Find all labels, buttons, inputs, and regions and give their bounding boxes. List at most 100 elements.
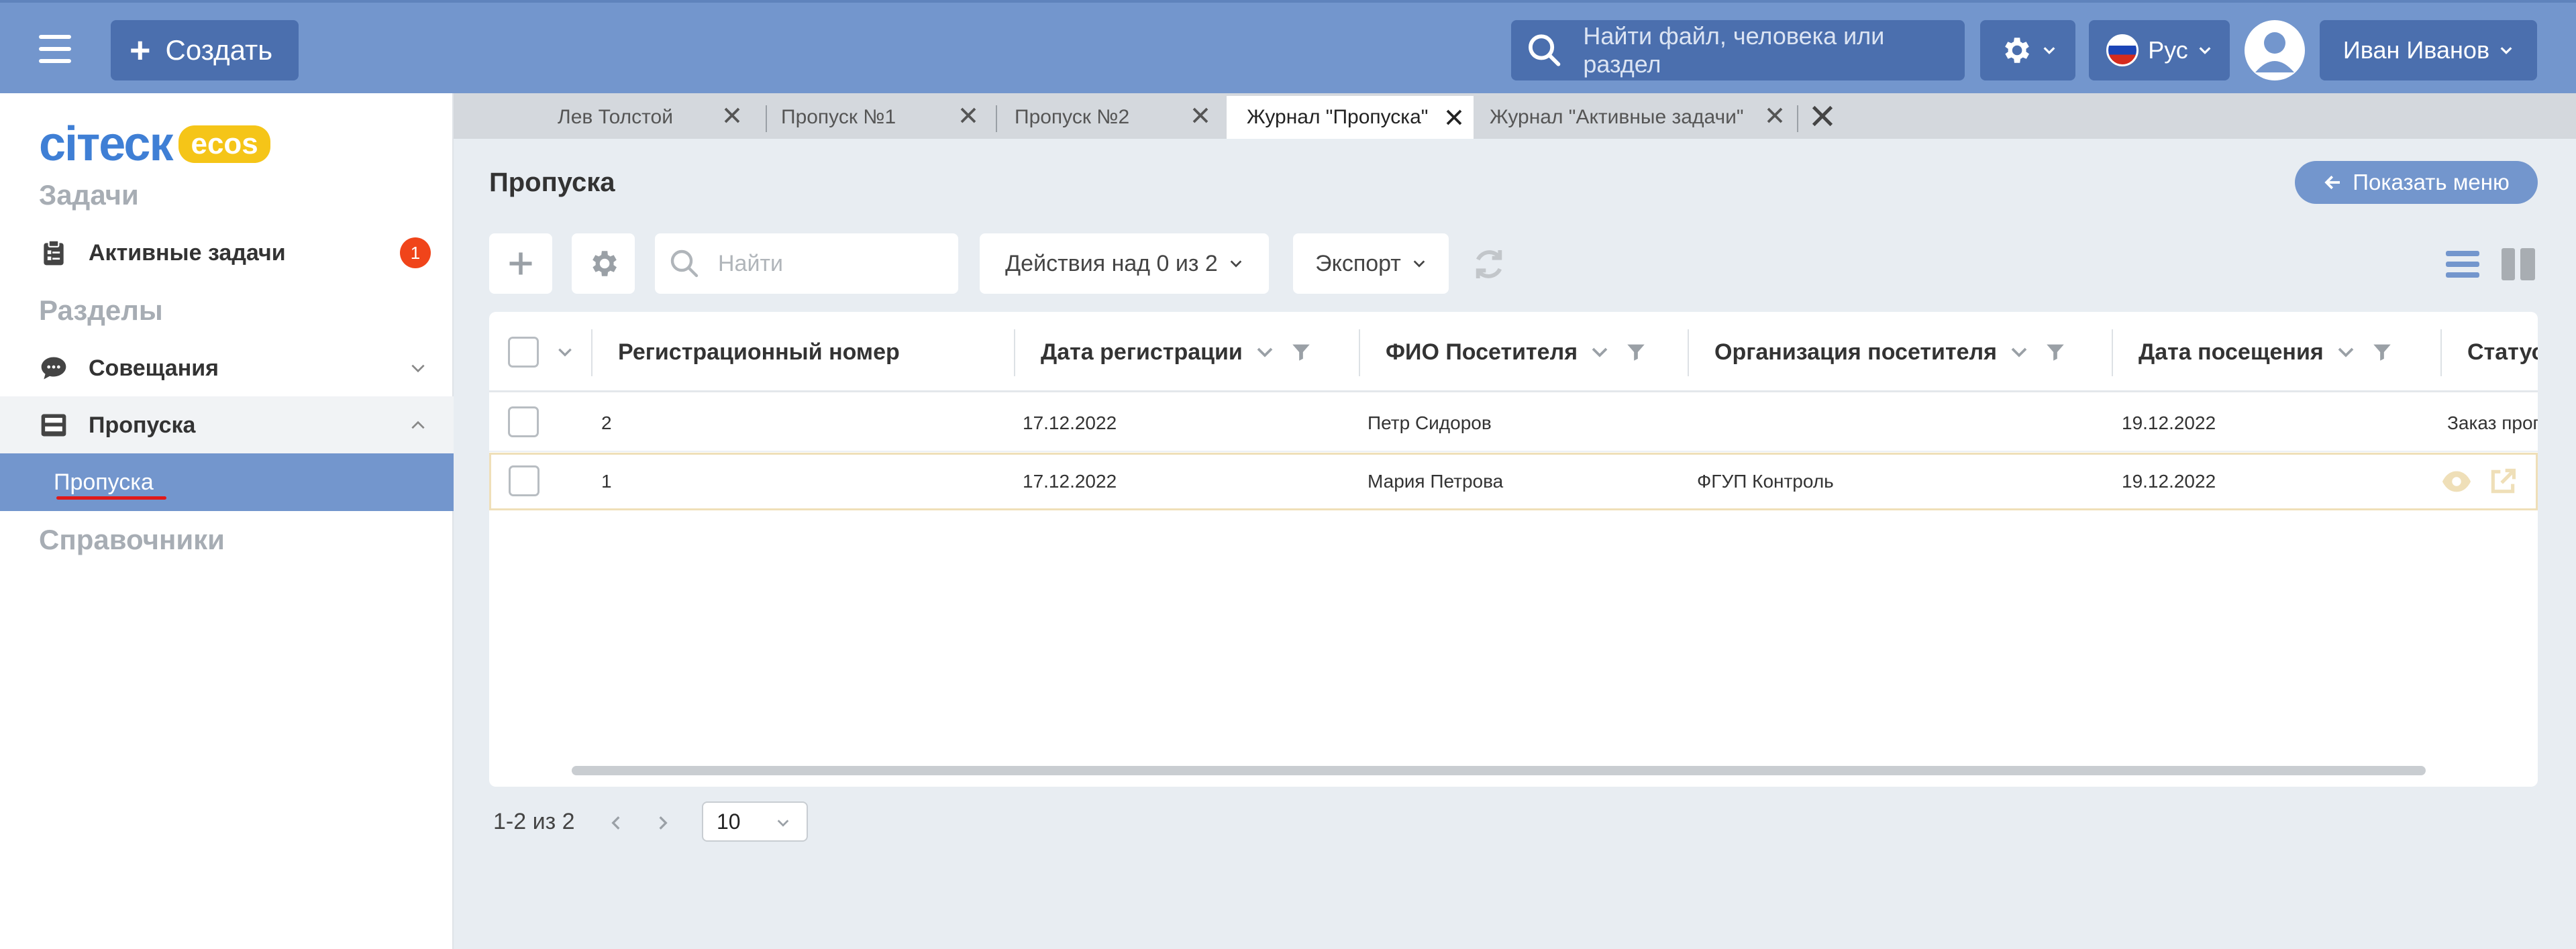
journal-table: Регистрационный номер Дата регистрации Ф… [489,312,2538,787]
chevron-left-icon[interactable] [607,813,625,833]
cell-status: Заказ пропу [2447,412,2538,433]
cell-reg-date: 17.12.2022 [1023,471,1117,492]
close-icon[interactable] [958,105,978,125]
create-button[interactable]: + Создать [111,20,299,80]
open-external-icon[interactable] [2488,467,2518,496]
section-refs-heading: Справочники [39,524,225,555]
sidebar-item-passes[interactable]: Пропуска [0,396,454,454]
plus-icon: + [130,30,151,70]
chevron-up-icon [411,421,425,429]
column-header-status[interactable]: Статус [2440,312,2538,392]
cell-reg-number: 2 [601,412,612,433]
sidebar-item-meetings[interactable]: Совещания [0,339,454,397]
row-checkbox[interactable] [508,406,539,437]
split-view-icon[interactable] [2502,248,2535,280]
tab-label: Журнал "Активные задачи" [1490,106,1744,128]
pagination-range: 1-2 из 2 [493,809,575,834]
show-menu-label: Показать меню [2353,170,2510,194]
citeck-logo[interactable]: ciтеск ecos [39,117,270,171]
journal-search-input[interactable]: Найти [655,233,958,294]
filter-icon[interactable] [2044,341,2067,364]
column-header-visitor-org[interactable]: Организация посетителя [1688,312,2104,392]
chevron-down-icon [2500,47,2512,54]
arrow-left-icon [2324,175,2340,190]
tab-journal-passes[interactable]: Журнал "Пропуска" [1227,96,1474,139]
sidebar-subitem-passes[interactable]: Пропуска [0,453,454,511]
chevron-down-icon[interactable] [1255,342,1275,362]
column-header-reg-number[interactable]: Регистрационный номер [591,312,900,392]
chat-bubble-icon [41,357,66,380]
tab-lev-tolstoy[interactable]: Лев Толстой [531,96,683,139]
language-label: Рус [2148,36,2188,64]
column-header-visit-date[interactable]: Дата посещения [2112,312,2434,392]
global-search-input[interactable]: Найти файл, человека или раздел [1511,20,1965,80]
column-header-label: Статус [2467,339,2538,365]
user-avatar[interactable] [2245,20,2305,80]
table-row[interactable]: 1 17.12.2022 Мария Петрова ФГУП Контроль… [489,453,2538,510]
export-label: Экспорт [1315,250,1401,276]
export-dropdown[interactable]: Экспорт [1293,233,1449,294]
sidebar: ciтеск ecos Задачи Активные задачи 1 Раз… [0,93,454,949]
column-header-label: Организация посетителя [1714,339,1997,365]
table-header: Регистрационный номер Дата регистрации Ф… [489,312,2538,392]
filter-icon[interactable] [2371,341,2393,364]
journal-settings-button[interactable] [572,233,635,294]
show-menu-button[interactable]: Показать меню [2295,161,2538,204]
chevron-down-icon [1230,260,1242,268]
select-all-checkbox[interactable] [508,337,539,368]
list-view-icon[interactable] [2446,249,2479,279]
add-record-button[interactable] [489,233,552,294]
close-all-tabs-icon[interactable] [1809,103,1836,129]
close-icon[interactable] [722,105,742,125]
tab-pass-1[interactable]: Пропуск №1 [781,96,976,139]
row-checkbox[interactable] [509,465,539,496]
chevron-down-icon [411,364,425,373]
tab-label: Лев Толстой [558,106,674,128]
page-size-value: 10 [717,809,741,834]
chevron-down-icon [2199,47,2211,54]
eye-icon[interactable] [2441,469,2472,494]
column-header-visitor-name[interactable]: ФИО Посетителя [1359,312,1681,392]
filter-icon[interactable] [1290,341,1312,364]
tab-label: Пропуск №1 [781,106,896,128]
hamburger-menu-icon[interactable] [39,35,71,63]
gear-icon [2005,38,2029,63]
horizontal-scrollbar[interactable] [572,766,2426,775]
cell-reg-date: 17.12.2022 [1023,412,1117,433]
chevron-down-icon[interactable] [2009,342,2029,362]
close-icon[interactable] [1444,107,1464,127]
section-tasks-heading: Задачи [39,179,139,211]
language-selector[interactable]: Рус [2089,20,2230,80]
column-header-label: ФИО Посетителя [1386,339,1578,365]
settings-button[interactable] [1980,20,2075,80]
column-header-label: Дата посещения [2139,339,2324,365]
refresh-icon[interactable] [1470,245,1508,283]
search-icon [670,249,699,278]
tab-pass-2[interactable]: Пропуск №2 [1015,96,1209,139]
group-actions-label: Действия над 0 из 2 [1005,250,1218,276]
cell-visit-date: 19.12.2022 [2122,471,2216,492]
tab-divider [766,105,767,132]
column-header-reg-date[interactable]: Дата регистрации [1014,312,1349,392]
search-icon [1529,34,1561,66]
group-actions-dropdown[interactable]: Действия над 0 из 2 [980,233,1269,294]
sidebar-item-label: Пропуска [89,412,196,438]
chevron-down-icon[interactable] [1590,342,1610,362]
chevron-down-icon[interactable] [556,343,574,361]
russian-flag-icon [2106,34,2139,66]
sidebar-item-active-tasks[interactable]: Активные задачи 1 [0,224,454,282]
chevron-right-icon[interactable] [654,813,672,833]
filter-icon[interactable] [1625,341,1647,364]
user-menu-button[interactable]: Иван Иванов [2320,20,2537,80]
chevron-down-icon[interactable] [2336,342,2356,362]
tab-journal-active-tasks[interactable]: Журнал "Активные задачи" [1490,96,1785,139]
active-underline [56,496,166,500]
create-button-label: Создать [165,34,273,66]
close-icon[interactable] [1765,105,1785,125]
cell-visit-date: 19.12.2022 [2122,412,2216,433]
page-title: Пропуска [489,168,615,197]
table-row[interactable]: 2 17.12.2022 Петр Сидоров 19.12.2022 Зак… [489,394,2538,452]
page-size-select[interactable]: 10 [702,801,808,842]
close-icon[interactable] [1190,105,1210,125]
tasks-count-badge: 1 [400,237,431,268]
